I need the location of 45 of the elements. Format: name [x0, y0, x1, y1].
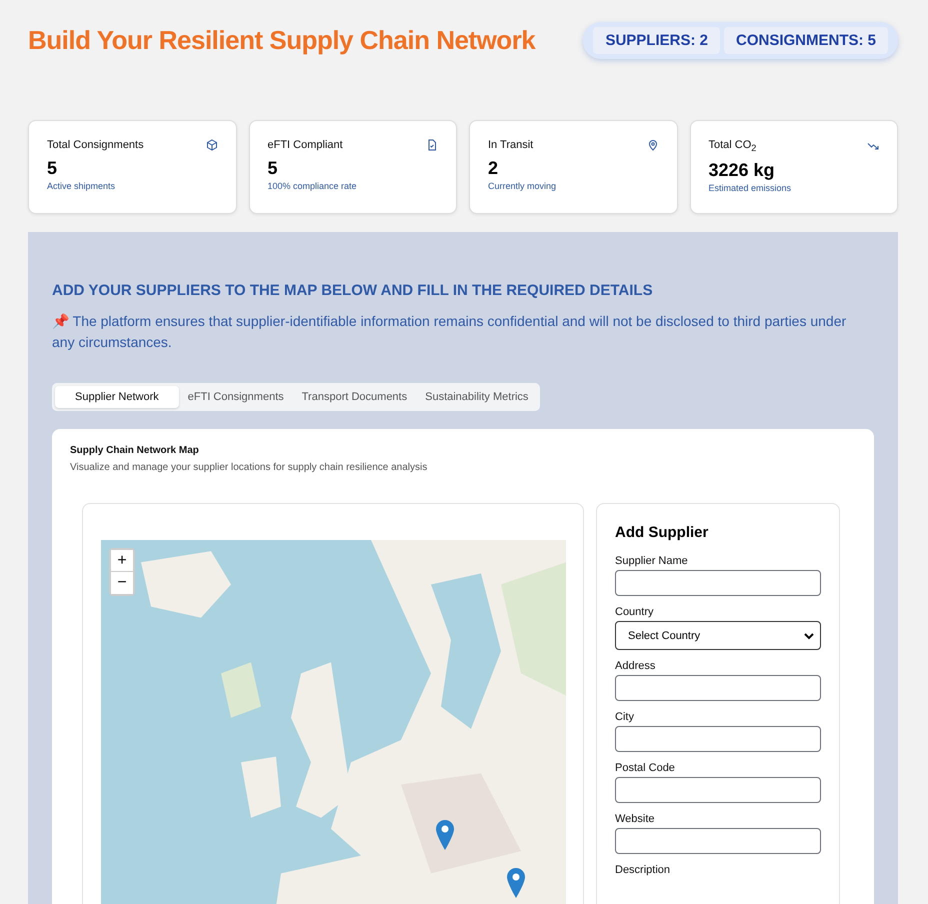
card-title: Supply Chain Network Map: [70, 445, 200, 456]
tab[interactable]: eFTI Consignments: [178, 386, 293, 408]
stat-note: Currently moving: [488, 181, 558, 191]
field-label: Postal Code: [615, 762, 676, 774]
counter-badge: CONSIGNMENTS: 5: [724, 26, 888, 54]
cube-icon: [206, 139, 218, 151]
privacy-notice: 📌 The platform ensures that supplier-identifiable information remains confidential and will not be disclosed to third parties under any circumstances.: [52, 312, 848, 352]
stat-value: 5: [47, 158, 58, 179]
stat-note: Estimated emissions: [708, 183, 792, 194]
tab[interactable]: Sustainability Metrics: [416, 386, 538, 408]
card-subtitle: Visualize and manage your supplier locations for supply chain resilience analysis: [70, 462, 428, 473]
stat-value: 3226 kg: [708, 160, 776, 182]
section-heading: ADD YOUR SUPPLIERS TO THE MAP BELOW AND FILL IN THE REQUIRED DETAILS: [52, 282, 654, 299]
field-label: Website: [615, 813, 656, 825]
tab[interactable]: Supplier Network: [55, 386, 179, 408]
location-pin-icon: [646, 139, 658, 151]
input-field[interactable]: [615, 777, 821, 803]
tab[interactable]: Transport Documents: [292, 386, 416, 408]
stat-value: 5: [268, 158, 279, 179]
input-field[interactable]: [615, 675, 821, 701]
map-marker-icon[interactable]: [436, 820, 454, 850]
stat-label: eFTI Compliant: [268, 139, 343, 151]
field-label: Supplier Name: [615, 555, 689, 567]
country-select[interactable]: Select Country: [615, 621, 821, 650]
input-field[interactable]: [615, 828, 821, 854]
map-marker-icon[interactable]: [507, 868, 525, 898]
stat-note: Active shipments: [47, 181, 116, 191]
page-title: Build Your Resilient Supply Chain Network: [28, 24, 536, 56]
field-label: Country: [615, 606, 655, 618]
stat-value: 2: [488, 158, 500, 179]
stat-note: 100% compliance rate: [268, 181, 358, 191]
field-label: Address: [615, 660, 656, 672]
stat-label: Total CO$_{2}$: [708, 139, 756, 154]
chevron-down-icon: [804, 630, 814, 640]
form-title: Add Supplier: [615, 524, 710, 541]
stat-label: Total Consignments: [47, 139, 144, 151]
counter-badge: SUPPLIERS: 2: [593, 26, 720, 54]
stat-label: In Transit: [488, 139, 534, 151]
input-field[interactable]: [615, 726, 821, 752]
input-field[interactable]: [615, 570, 821, 596]
field-label: Description: [615, 864, 672, 876]
field-label: City: [615, 711, 635, 723]
trending-down-icon: [867, 140, 879, 152]
document-check-icon: [426, 139, 438, 151]
zoom-in-button[interactable]: +: [111, 550, 133, 572]
